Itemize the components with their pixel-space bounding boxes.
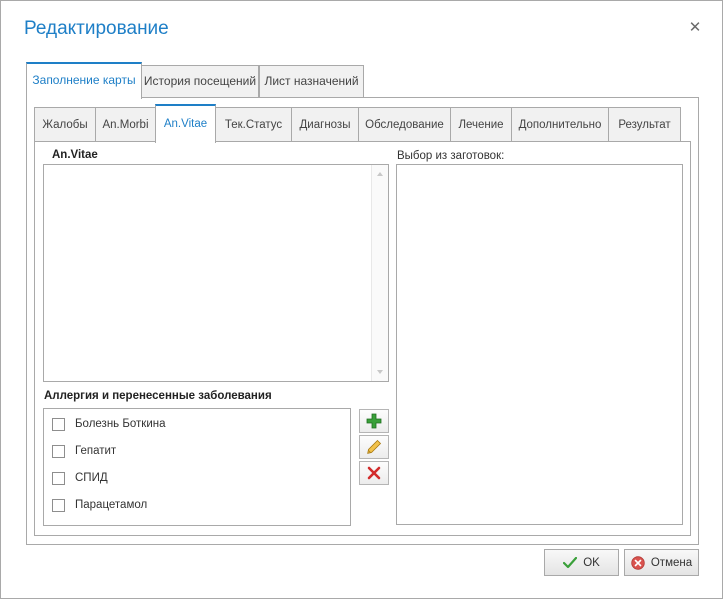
checkbox[interactable] [52,417,65,431]
item-label: СПИД [75,472,108,484]
cancel-icon [631,555,645,570]
item-label: Болезнь Боткина [75,418,166,430]
item-label: Парацетамол [75,499,148,511]
cancel-button[interactable]: Отмена [624,549,699,576]
tab-additional[interactable]: Дополнительно [511,107,609,142]
dialog-title: Редактирование [24,18,169,39]
tab-label: Дополнительно [518,119,602,131]
edit-icon [367,439,382,454]
tab-an-vitae[interactable]: An.Vitae [155,104,216,143]
item-label: Гепатит [75,445,117,457]
checkbox[interactable] [52,498,65,512]
vertical-scrollbar[interactable] [371,165,388,381]
list-item[interactable]: Парацетамол [52,495,147,515]
scroll-down-icon[interactable] [377,370,383,374]
list-item[interactable]: Гепатит [52,441,116,461]
ok-button[interactable]: OK [544,549,619,576]
scroll-up-icon[interactable] [377,172,383,176]
tab-card-filling[interactable]: Заполнение карты [26,62,142,99]
tab-complaints[interactable]: Жалобы [34,107,96,142]
tab-label: Лечение [458,119,504,131]
tab-treatment[interactable]: Лечение [450,107,512,142]
list-item[interactable]: Болезнь Боткина [52,414,166,434]
add-icon [366,413,382,429]
cancel-label: Отмена [650,556,693,569]
edit-allergy-button[interactable] [359,435,389,459]
tab-label: Тек.Статус [224,119,283,131]
tab-label: Результат [618,119,671,131]
tab-label: Обследование [365,119,444,131]
tab-diagnoses[interactable]: Диагнозы [291,107,359,142]
ok-label: OK [583,556,600,569]
tab-examination[interactable]: Обследование [358,107,451,142]
delete-allergy-button[interactable] [359,461,389,485]
templates-label: Выбор из заготовок: [397,150,505,162]
tab-label: An.Vitae [163,118,208,130]
tab-label: Диагнозы [299,119,351,131]
edit-dialog: Редактирование ✕ Заполнение карты Истори… [0,0,723,599]
tab-result[interactable]: Результат [608,107,681,142]
add-allergy-button[interactable] [359,409,389,433]
allergies-checklist: Болезнь Боткина Гепатит СПИД Парацетамол [43,408,351,526]
close-icon[interactable]: ✕ [688,20,702,35]
allergies-label: Аллергия и перенесенные заболевания [44,390,272,402]
tab-label: An.Morbi [102,119,149,131]
an-vitae-label: An.Vitae [52,149,98,161]
checkbox[interactable] [52,471,65,485]
checkbox[interactable] [52,444,65,458]
checkmark-icon [563,556,578,568]
list-item[interactable]: СПИД [52,468,108,488]
an-vitae-textarea[interactable] [43,164,389,382]
tab-label: Лист назначений [264,74,359,88]
delete-icon [367,466,381,480]
tab-prescriptions[interactable]: Лист назначений [259,65,364,98]
tab-label: Заполнение карты [32,73,136,87]
tab-visit-history[interactable]: История посещений [141,65,259,98]
tab-label: История посещений [143,74,257,88]
tab-an-morbi[interactable]: An.Morbi [95,107,156,142]
tab-label: Жалобы [42,119,88,131]
templates-list[interactable] [396,164,683,525]
tab-current-status[interactable]: Тек.Статус [215,107,292,142]
